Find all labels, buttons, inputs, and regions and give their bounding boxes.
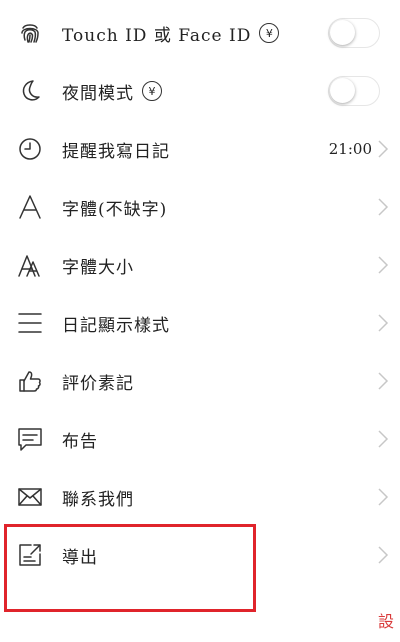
toggle-knob [330, 20, 355, 45]
settings-row-contact[interactable]: 聯系我們 [0, 468, 400, 526]
fingerprint-icon [16, 19, 44, 47]
settings-row-font[interactable]: 字體(不缺字) [0, 178, 400, 236]
night-mode-text: 夜間模式 [62, 83, 134, 104]
settings-row-display-style[interactable]: 日記顯示樣式 [0, 294, 400, 352]
font-size-label: 字體大小 [62, 257, 134, 278]
chevron-right-icon [376, 428, 390, 450]
chevron-right-icon [376, 196, 390, 218]
moon-icon [16, 77, 44, 105]
night-mode-label: 夜間模式 ¥ [62, 79, 162, 104]
chevron-right-icon [376, 312, 390, 334]
settings-row-night-mode[interactable]: 夜間模式 ¥ [0, 62, 400, 120]
reminder-label: 提醒我寫日記 [62, 141, 170, 162]
export-label: 導出 [62, 547, 98, 568]
toggle-knob [330, 78, 355, 103]
rate-label: 評价素記 [62, 373, 134, 394]
settings-row-touch-id[interactable]: Touch ID 或 Face ID ¥ [0, 4, 400, 62]
touch-id-toggle[interactable] [328, 18, 380, 48]
touch-id-text: Touch ID 或 Face ID [62, 25, 252, 46]
settings-tab-label[interactable]: 設 [378, 608, 394, 632]
announcements-label: 布告 [62, 431, 98, 452]
mail-icon [16, 483, 44, 511]
touch-id-label: Touch ID 或 Face ID ¥ [62, 21, 280, 46]
message-icon [16, 425, 44, 453]
premium-yen-icon: ¥ [142, 81, 162, 101]
font-size-icon [16, 251, 44, 279]
export-icon [16, 541, 44, 569]
premium-yen-icon: ¥ [259, 23, 280, 43]
chevron-right-icon [376, 138, 390, 160]
settings-row-export[interactable]: 導出 [0, 526, 400, 584]
clock-icon [16, 135, 44, 163]
settings-row-reminder[interactable]: 提醒我寫日記 21:00 [0, 120, 400, 178]
contact-label: 聯系我們 [62, 489, 134, 510]
settings-row-font-size[interactable]: 字體大小 [0, 236, 400, 294]
thumbs-up-icon [16, 367, 44, 395]
settings-row-announcements[interactable]: 布告 [0, 410, 400, 468]
night-mode-toggle[interactable] [328, 76, 380, 106]
chevron-right-icon [376, 544, 390, 566]
list-style-icon [16, 309, 44, 337]
reminder-time: 21:00 [328, 140, 372, 158]
settings-row-rate[interactable]: 評价素記 [0, 352, 400, 410]
font-label: 字體(不缺字) [62, 199, 168, 220]
chevron-right-icon [376, 486, 390, 508]
chevron-right-icon [376, 254, 390, 276]
font-icon [16, 193, 44, 221]
display-style-label: 日記顯示樣式 [62, 315, 170, 336]
chevron-right-icon [376, 370, 390, 392]
